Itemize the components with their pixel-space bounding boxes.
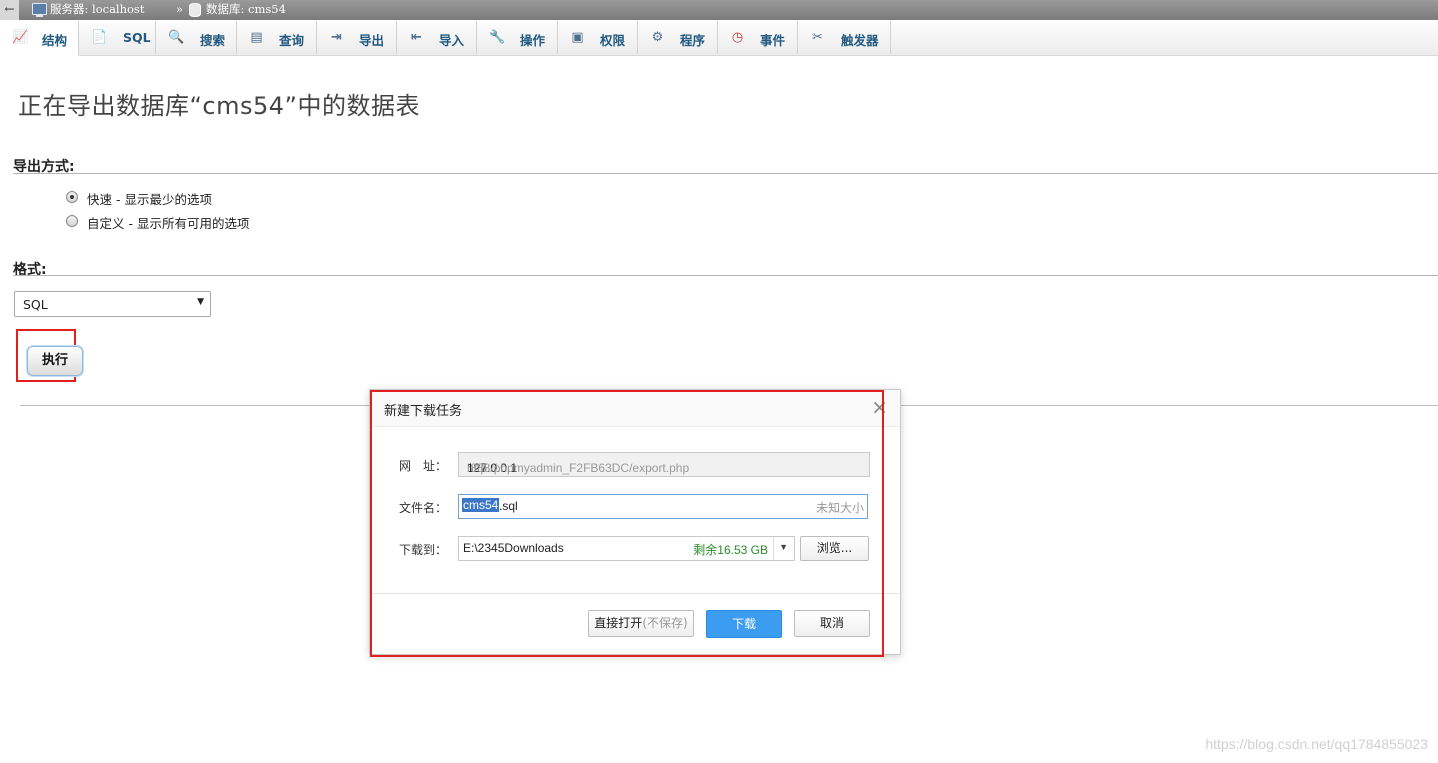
tab-privileges[interactable]: ▣ 权限 xyxy=(558,21,638,54)
routines-icon: ⚙ xyxy=(651,30,664,45)
tab-export[interactable]: ⇥ 导出 xyxy=(317,21,397,54)
database-icon xyxy=(189,3,201,17)
radio-button-checked[interactable] xyxy=(66,191,78,203)
search-icon: 🔍 xyxy=(168,30,185,45)
radio-label: 快速 - 显示最少的选项 xyxy=(87,192,212,207)
radio-label: 自定义 - 显示所有可用的选项 xyxy=(87,216,250,231)
tab-label: 操作 xyxy=(520,33,546,48)
section-divider xyxy=(13,275,1438,276)
clock-icon: ◷ xyxy=(731,30,744,45)
tab-query[interactable]: ▤ 查询 xyxy=(237,21,317,54)
tab-label: 搜索 xyxy=(200,33,226,48)
radio-button[interactable] xyxy=(66,215,78,227)
breadcrumb-separator: » xyxy=(176,2,184,16)
export-icon: ⇥ xyxy=(331,30,342,45)
format-select[interactable]: SQL ▼ xyxy=(14,291,211,317)
tab-label: SQL xyxy=(123,30,151,45)
tab-label: 查询 xyxy=(279,33,305,48)
tab-operations[interactable]: 🔧 操作 xyxy=(477,21,558,54)
tab-label: 程序 xyxy=(680,33,706,48)
tab-structure[interactable]: 📈 结构 xyxy=(0,21,79,56)
dropdown-arrow-icon: ▼ xyxy=(197,297,204,307)
tab-label: 导出 xyxy=(359,33,385,48)
format-title: 格式: xyxy=(13,262,47,278)
import-icon: ⇤ xyxy=(411,30,422,45)
tab-routines[interactable]: ⚙ 程序 xyxy=(638,21,718,54)
tab-bar: 📈 结构 📄 SQL 🔍 搜索 ▤ 查询 ⇥ 导出 ⇤ 导入 🔧 操作 ▣ 权限… xyxy=(0,21,1438,56)
highlight-box xyxy=(370,390,884,657)
back-arrow-icon[interactable]: ← xyxy=(0,0,19,20)
watermark: https://blog.csdn.net/qq1784855023 xyxy=(1205,736,1428,752)
breadcrumb-database[interactable]: 数据库: cms54 xyxy=(206,0,286,20)
tab-label: 权限 xyxy=(600,33,626,48)
tab-search[interactable]: 🔍 搜索 xyxy=(156,21,237,54)
tab-triggers[interactable]: ✂ 触发器 xyxy=(798,21,891,54)
structure-icon: 📈 xyxy=(12,30,29,45)
breadcrumb: ← 服务器: localhost » 数据库: cms54 xyxy=(0,0,1438,20)
wrench-icon: 🔧 xyxy=(489,30,506,45)
tab-label: 事件 xyxy=(760,33,786,48)
query-icon: ▤ xyxy=(250,30,263,45)
section-divider xyxy=(13,173,1438,174)
sql-icon: 📄 xyxy=(91,30,108,45)
go-button[interactable]: 执行 xyxy=(27,346,83,376)
tab-import[interactable]: ⇤ 导入 xyxy=(397,21,477,54)
page-title: 正在导出数据库“cms54”中的数据表 xyxy=(18,92,420,120)
breadcrumb-server[interactable]: 服务器: localhost xyxy=(50,0,144,20)
tab-events[interactable]: ◷ 事件 xyxy=(718,21,798,54)
tab-label: 结构 xyxy=(42,33,68,48)
privileges-icon: ▣ xyxy=(571,30,584,45)
tab-label: 触发器 xyxy=(841,33,879,48)
format-selected-value: SQL xyxy=(23,297,48,312)
triggers-icon: ✂ xyxy=(812,30,823,45)
tab-sql[interactable]: 📄 SQL xyxy=(79,21,156,54)
tab-label: 导入 xyxy=(439,33,465,48)
server-icon xyxy=(32,3,47,17)
